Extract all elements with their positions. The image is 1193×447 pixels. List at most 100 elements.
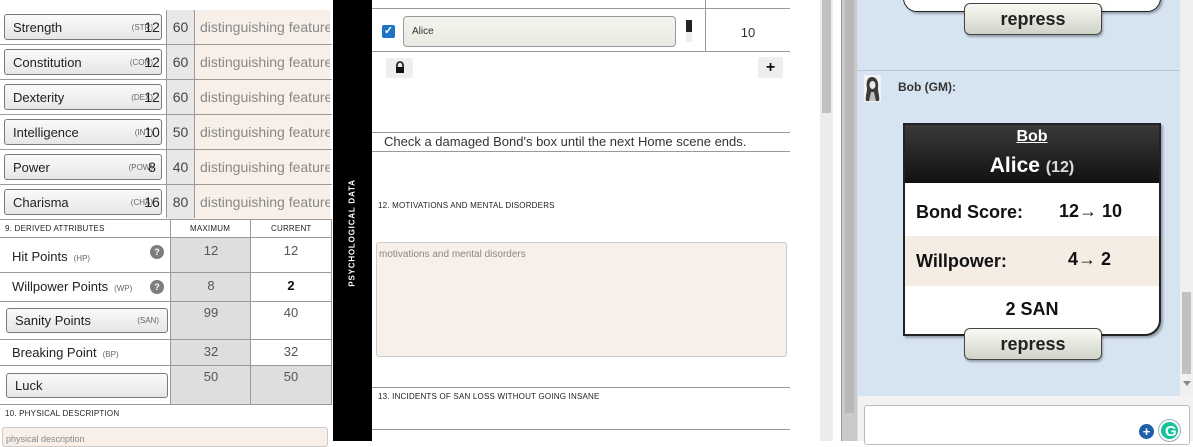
- derived-divider: [250, 219, 251, 404]
- willpower-row: Willpower: 4→ 2: [905, 236, 1159, 286]
- derived-attributes-title: 9. DERIVED ATTRIBUTES: [5, 224, 105, 233]
- dexterity-score[interactable]: 12: [137, 80, 167, 114]
- luck-text: Luck: [15, 378, 43, 393]
- willpower-text: Willpower Points: [12, 279, 109, 294]
- hit-points-max[interactable]: 12: [171, 238, 251, 272]
- sheet-scrollbar[interactable]: [820, 0, 833, 441]
- divider: [0, 219, 332, 220]
- previous-repress-button[interactable]: repress: [964, 3, 1102, 35]
- avatar: [864, 75, 881, 102]
- sanity-points-button[interactable]: Sanity Points (SAN): [6, 308, 168, 333]
- intelligence-score[interactable]: 10: [137, 115, 167, 149]
- speaker-name: Bob (GM):: [898, 80, 956, 94]
- luck-button[interactable]: Luck: [6, 373, 168, 398]
- bond-name-input[interactable]: Alice: [403, 16, 676, 47]
- power-score[interactable]: 8: [137, 150, 167, 184]
- dexterity-features[interactable]: distinguishing features: [195, 80, 330, 114]
- sanity-abbr: (SAN): [137, 316, 159, 325]
- breaking-point-abbr: (BP): [102, 350, 119, 359]
- physical-description-placeholder: physical description: [6, 434, 85, 444]
- bond-drag-handle[interactable]: [686, 20, 692, 42]
- roll-card-title: Alice (12): [905, 154, 1159, 178]
- motivations-textarea[interactable]: motivations and mental disorders: [376, 242, 787, 357]
- chat-scroll-down-icon[interactable]: [1183, 381, 1191, 386]
- panel-resizer[interactable]: [841, 0, 858, 441]
- power-features[interactable]: distinguishing features: [195, 150, 330, 184]
- willpower-label: Willpower Points (WP): [12, 279, 132, 294]
- motivations-title: 12. MOTIVATIONS AND MENTAL DISORDERS: [378, 201, 555, 210]
- lock-icon: [396, 61, 404, 73]
- bond-score-change: 12→ 10: [1059, 201, 1123, 221]
- panel-resizer-grip[interactable]: [845, 0, 854, 413]
- hit-points-help-icon[interactable]: ?: [150, 245, 164, 259]
- sanity-current[interactable]: 40: [251, 302, 331, 339]
- intelligence-percent: 50: [167, 115, 194, 149]
- incidents-divider: [372, 429, 790, 430]
- sanity-max[interactable]: 99: [171, 302, 251, 339]
- statistics-panel: Strength (STR) 12 60 distinguishing features…: [0, 0, 333, 447]
- chat-log: repress Bob (GM): Bob Alice (12) Bond Sc…: [858, 0, 1180, 396]
- grammar-g-icon[interactable]: G: [1159, 420, 1180, 441]
- luck-current[interactable]: 50: [251, 366, 331, 404]
- repress-button[interactable]: repress: [964, 328, 1102, 360]
- hit-points-abbr: (HP): [73, 254, 91, 263]
- psychological-data-label: PSYCHOLOGICAL DATA: [347, 179, 357, 287]
- constitution-label: Constitution: [13, 54, 82, 70]
- power-label: Power: [13, 159, 50, 175]
- intelligence-features[interactable]: distinguishing features: [195, 115, 330, 149]
- breaking-point-max[interactable]: 32: [171, 340, 251, 365]
- dexterity-label: Dexterity: [13, 89, 65, 105]
- dexterity-percent: 60: [167, 80, 194, 114]
- charisma-score[interactable]: 16: [137, 185, 167, 219]
- power-percent: 40: [167, 150, 194, 184]
- breaking-point-label: Breaking Point (BP): [12, 345, 119, 360]
- charisma-label: Charisma: [13, 194, 69, 210]
- grammar-g-letter: G: [1165, 423, 1177, 440]
- charisma-percent: 80: [167, 185, 194, 219]
- bond-name-text: Alice: [412, 26, 434, 37]
- strength-label: Strength: [13, 19, 63, 35]
- constitution-features[interactable]: distinguishing features: [195, 45, 330, 79]
- roll-card-link[interactable]: Bob: [905, 128, 1159, 146]
- bonds-header-divider: [372, 8, 790, 9]
- intelligence-label: Intelligence: [13, 124, 79, 140]
- lock-button[interactable]: [386, 58, 413, 78]
- bond-score-label: Bond Score:: [916, 202, 1024, 222]
- willpower-max[interactable]: 8: [171, 273, 251, 301]
- incidents-title: 13. INCIDENTS OF SAN LOSS WITHOUT GOING …: [378, 392, 600, 401]
- physical-description-title: 10. PHYSICAL DESCRIPTION: [5, 409, 120, 418]
- willpower-current[interactable]: 2: [251, 273, 331, 301]
- hit-points-current[interactable]: 12: [251, 238, 331, 272]
- hit-points-text: Hit Points: [12, 249, 68, 264]
- chat-scrollbar-thumb[interactable]: [1182, 292, 1191, 374]
- panel-divider: [833, 0, 841, 441]
- roll-card-name: Alice: [989, 154, 1040, 177]
- charisma-features[interactable]: distinguishing features: [195, 185, 330, 219]
- add-bond-button[interactable]: +: [758, 57, 783, 78]
- bonds-row-divider: [372, 51, 790, 52]
- sheet-gutter: [790, 0, 820, 441]
- strength-features[interactable]: distinguishing features: [195, 10, 330, 44]
- breaking-point-current[interactable]: 32: [251, 340, 331, 365]
- willpower-help-icon[interactable]: ?: [150, 280, 164, 294]
- emoji-add-icon[interactable]: +: [1139, 424, 1154, 439]
- constitution-score[interactable]: 12: [137, 45, 167, 79]
- stats-divider: [194, 10, 195, 218]
- motivations-top-divider: [372, 151, 790, 152]
- incidents-top-divider: [372, 387, 790, 388]
- bond-checkbox[interactable]: ✓: [382, 25, 395, 38]
- sheet-scrollbar-thumb[interactable]: [822, 0, 831, 113]
- stats-divider: [166, 10, 167, 218]
- divider: [0, 404, 332, 405]
- bonds-hint-divider: [372, 132, 790, 133]
- willpower-card-label: Willpower:: [916, 251, 1007, 271]
- strength-percent: 60: [167, 10, 194, 44]
- hit-points-label: Hit Points (HP): [12, 249, 90, 264]
- physical-description-field[interactable]: physical description: [2, 427, 328, 447]
- luck-max[interactable]: 50: [171, 366, 251, 404]
- chat-scrollbar[interactable]: [1180, 0, 1193, 396]
- breaking-point-text: Breaking Point: [12, 345, 97, 360]
- strength-score[interactable]: 12: [137, 10, 167, 44]
- bond-score-value[interactable]: 10: [706, 25, 790, 40]
- bond-score-row: Bond Score: 12→ 10: [905, 187, 1159, 235]
